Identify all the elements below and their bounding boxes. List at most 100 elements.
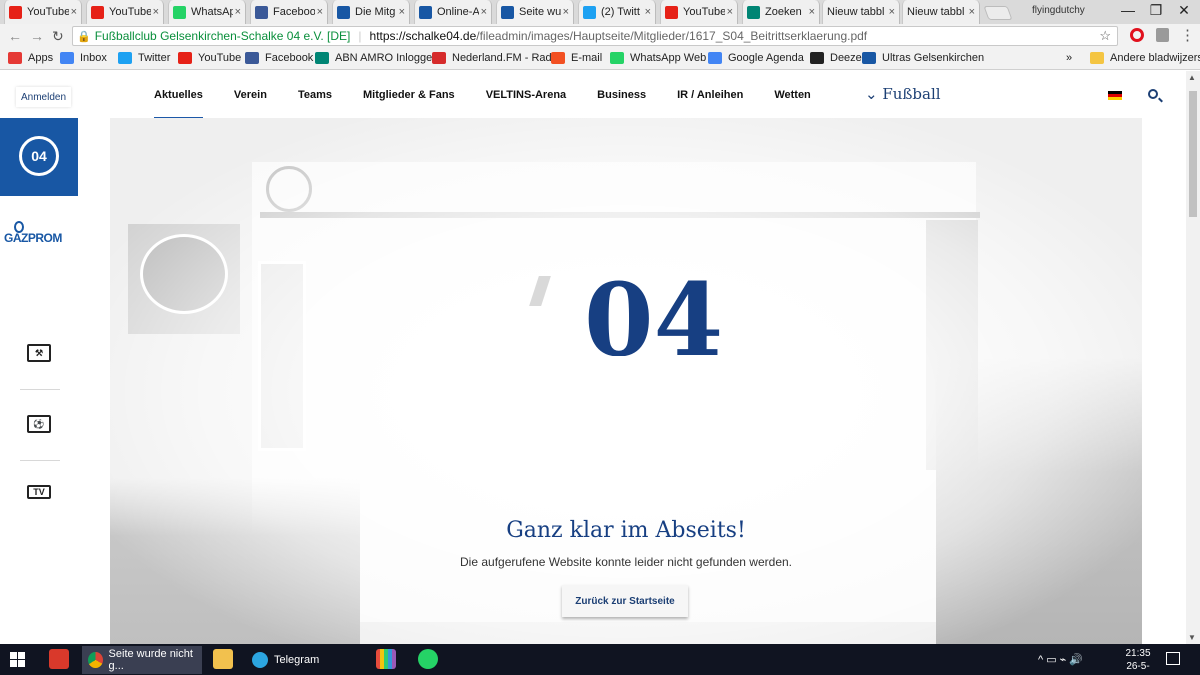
back-button[interactable]: ← bbox=[8, 28, 22, 44]
browser-tab[interactable]: Nieuw tabbl × bbox=[902, 0, 980, 24]
scroll-up-icon[interactable]: ▲ bbox=[1188, 73, 1196, 82]
bookmark-label: Inbox bbox=[80, 52, 107, 64]
football-pitch-icon[interactable]: ⚽ bbox=[27, 415, 51, 433]
bookmark-item[interactable]: Deezer bbox=[810, 52, 865, 64]
tab-close-icon[interactable]: × bbox=[645, 6, 651, 18]
windows-start-icon[interactable] bbox=[10, 652, 25, 667]
taskbar-clock[interactable]: 21:35 26-5-2018 bbox=[1118, 647, 1158, 675]
apps-icon bbox=[8, 52, 22, 64]
site-identity[interactable]: Fußballclub Gelsenkirchen-Schalke 04 e.V… bbox=[95, 29, 351, 43]
browser-tab[interactable]: WhatsAp × bbox=[168, 0, 246, 24]
tab-close-icon[interactable]: × bbox=[235, 6, 241, 18]
tab-close-icon[interactable]: × bbox=[889, 6, 895, 18]
browser-tab[interactable]: YouTube × bbox=[86, 0, 164, 24]
nav-mitglieder-fans[interactable]: Mitglieder & Fans bbox=[363, 89, 455, 101]
tab-close-icon[interactable]: × bbox=[481, 6, 487, 18]
section-switch-label: Fußball bbox=[882, 85, 941, 103]
browser-tab[interactable]: Die Mitg × bbox=[332, 0, 410, 24]
tab-close-icon[interactable]: × bbox=[563, 6, 569, 18]
nav-aktuelles[interactable]: Aktuelles bbox=[154, 89, 203, 119]
sponsor-logo[interactable]: GAZPROM bbox=[4, 231, 62, 245]
bookmark-item[interactable]: Ultras Gelsenkirchen bbox=[862, 52, 984, 64]
scroll-down-icon[interactable]: ▼ bbox=[1188, 633, 1196, 642]
bookmark-item[interactable]: Facebook bbox=[245, 52, 313, 64]
bookmark-item[interactable]: YouTube bbox=[178, 52, 241, 64]
search-icon[interactable] bbox=[1148, 89, 1158, 99]
german-flag-icon[interactable] bbox=[1108, 91, 1122, 100]
nav-business[interactable]: Business bbox=[597, 89, 646, 101]
website-viewport: Anmelden Aktuelles Verein Teams Mitglied… bbox=[0, 71, 1200, 644]
bookmark-item[interactable]: ABN AMRO Inlogger bbox=[315, 52, 436, 64]
tab-close-icon[interactable]: × bbox=[153, 6, 159, 18]
profile-name[interactable]: flyingdutchy bbox=[1032, 5, 1085, 16]
address-bar[interactable]: 🔒 Fußballclub Gelsenkirchen-Schalke 04 e… bbox=[72, 26, 1118, 46]
tab-close-icon[interactable]: × bbox=[399, 6, 405, 18]
clock-date: 26-5-2018 bbox=[1126, 661, 1150, 675]
opera-taskbar-icon[interactable] bbox=[49, 649, 69, 669]
twitter-icon bbox=[118, 52, 132, 64]
abnamro-icon bbox=[747, 5, 760, 19]
bookmark-item[interactable]: Nederland.FM - Radi bbox=[432, 52, 554, 64]
taskbar-chrome-window[interactable]: Seite wurde nicht g... bbox=[82, 646, 202, 674]
tab-close-icon[interactable]: × bbox=[71, 6, 77, 18]
scrollbar-thumb[interactable] bbox=[1189, 91, 1197, 217]
section-switch[interactable]: ⌄ Fußball bbox=[865, 85, 941, 103]
opera-extension-icon[interactable] bbox=[1130, 28, 1144, 42]
tab-label: YouTube bbox=[109, 6, 151, 18]
bookmarks-overflow-button[interactable]: » bbox=[1066, 52, 1072, 64]
nav-teams[interactable]: Teams bbox=[298, 89, 332, 101]
tab-close-icon[interactable]: × bbox=[317, 6, 323, 18]
login-button[interactable]: Anmelden bbox=[16, 87, 71, 107]
browser-tab[interactable]: Faceboo × bbox=[250, 0, 328, 24]
bookmark-star-icon[interactable]: ☆ bbox=[1099, 28, 1111, 44]
extension-icon[interactable] bbox=[1156, 28, 1169, 42]
nav-ir-anleihen[interactable]: IR / Anleihen bbox=[677, 89, 743, 101]
taskbar-telegram-window[interactable]: Telegram bbox=[246, 646, 326, 674]
deezer-taskbar-icon[interactable] bbox=[376, 649, 396, 669]
page-scrollbar[interactable]: ▲ ▼ bbox=[1186, 71, 1200, 644]
whatsapp-icon bbox=[610, 52, 624, 64]
tab-close-icon[interactable]: × bbox=[809, 6, 815, 18]
nav-wetten[interactable]: Wetten bbox=[774, 89, 810, 101]
forward-button[interactable]: → bbox=[30, 28, 44, 44]
tab-close-icon[interactable]: × bbox=[727, 6, 733, 18]
browser-tab[interactable]: Seite wu × bbox=[496, 0, 574, 24]
bookmark-item[interactable]: Inbox bbox=[60, 52, 107, 64]
nav-verein[interactable]: Verein bbox=[234, 89, 267, 101]
whatsapp-taskbar-icon[interactable] bbox=[418, 649, 438, 669]
browser-tab[interactable]: YouTube × bbox=[4, 0, 82, 24]
deezer-icon bbox=[810, 52, 824, 64]
restore-button[interactable]: ❐ bbox=[1142, 2, 1170, 19]
minimize-button[interactable]: — bbox=[1114, 2, 1142, 18]
browser-tab[interactable]: (2) Twitt × bbox=[578, 0, 656, 24]
browser-tab[interactable]: Nieuw tabbl × bbox=[822, 0, 900, 24]
new-tab-button[interactable] bbox=[983, 6, 1013, 20]
mining-tools-icon[interactable]: ⚒ bbox=[27, 344, 51, 362]
bookmark-item[interactable]: WhatsApp Web bbox=[610, 52, 706, 64]
notification-center-icon[interactable] bbox=[1166, 652, 1180, 665]
telegram-icon bbox=[252, 652, 268, 668]
browser-tab[interactable]: Online-A × bbox=[414, 0, 492, 24]
bookmark-item[interactable]: Apps bbox=[8, 52, 53, 64]
close-window-button[interactable]: ✕ bbox=[1170, 2, 1198, 19]
bookmark-item[interactable]: Twitter bbox=[118, 52, 170, 64]
nav-veltins-arena[interactable]: VELTINS-Arena bbox=[486, 89, 566, 101]
club-logo[interactable]: 04 bbox=[0, 118, 78, 196]
browser-menu-icon[interactable]: ⋮ bbox=[1180, 26, 1195, 44]
tv-icon[interactable]: TV bbox=[27, 485, 51, 499]
bookmark-item[interactable]: E-mail bbox=[551, 52, 602, 64]
bookmark-label: ABN AMRO Inlogger bbox=[335, 52, 436, 64]
reload-button[interactable]: ↻ bbox=[52, 28, 64, 45]
url-separator: | bbox=[358, 29, 362, 43]
other-bookmarks-folder[interactable]: Andere bladwijzers bbox=[1090, 52, 1200, 64]
browser-tab[interactable]: YouTube × bbox=[660, 0, 738, 24]
bookmark-label: E-mail bbox=[571, 52, 603, 64]
tab-close-icon[interactable]: × bbox=[969, 6, 975, 18]
file-explorer-icon[interactable] bbox=[213, 649, 233, 669]
browser-tab[interactable]: Zoeken × bbox=[742, 0, 820, 24]
bookmark-item[interactable]: Google Agenda bbox=[708, 52, 804, 64]
back-to-home-button[interactable]: Zurück zur Startseite bbox=[562, 585, 688, 617]
tab-label: Faceboo bbox=[273, 6, 315, 18]
system-tray[interactable]: ^ ▭ ⌁ 🔊 bbox=[1038, 653, 1083, 666]
other-bookmarks-label: Andere bladwijzers bbox=[1110, 52, 1200, 64]
